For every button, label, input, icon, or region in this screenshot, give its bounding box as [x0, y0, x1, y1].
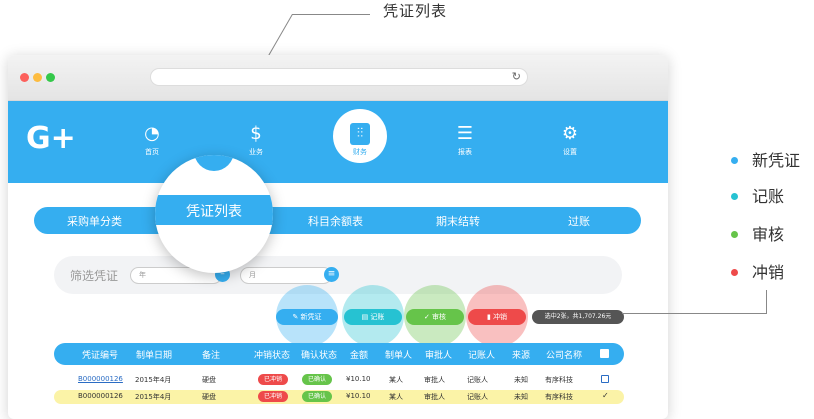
callout-line — [292, 14, 370, 15]
reload-icon[interactable]: ↻ — [512, 70, 521, 83]
close-window-button[interactable] — [20, 73, 29, 82]
select-all-checkbox[interactable] — [600, 349, 609, 358]
table-header: 凭证编号 制单日期 备注 冲销状态 确认状态 金额 制单人 审批人 记账人 来源… — [54, 343, 624, 365]
table-row[interactable]: B000000126 2015年4月 硬盘 已冲销 已确认 ¥10.10 某人 … — [54, 373, 624, 387]
tab-posting[interactable]: 过账 — [568, 213, 590, 229]
sub-tab-bar: 采购单分类 凭证列表 科目余额表 期末结转 过账 — [34, 207, 641, 234]
gear-icon: ⚙ — [561, 123, 579, 144]
nav-label: 业务 — [249, 148, 263, 156]
maximize-window-button[interactable] — [46, 73, 55, 82]
button-label: 审核 — [432, 313, 447, 321]
cell-amount: ¥10.10 — [346, 375, 371, 383]
header-company[interactable]: 公司名称 — [546, 348, 582, 361]
report-icon: ☰ — [456, 123, 474, 144]
header-date[interactable]: 制单日期 — [136, 348, 172, 361]
audit-button[interactable]: ✓ 审核 — [406, 309, 464, 325]
sliders-icon: ⫶⫶ — [350, 123, 370, 145]
nav-label: 首页 — [145, 148, 159, 156]
money-icon: $ — [250, 123, 262, 144]
header-confirm-status[interactable]: 确认状态 — [301, 348, 337, 361]
new-voucher-button[interactable]: ✎ 新凭证 — [276, 309, 338, 325]
tab-period-close[interactable]: 期末结转 — [436, 213, 480, 229]
cell-source: 未知 — [514, 393, 528, 401]
legend-new-voucher: 新凭证 — [752, 151, 801, 170]
header-source[interactable]: 来源 — [512, 348, 530, 361]
cell-bookkeeper: 记账人 — [467, 393, 488, 401]
checked-icon[interactable]: ✓ — [602, 391, 609, 400]
voucher-filter: 筛选凭证 年 – 月 ≡ — [54, 256, 622, 294]
menu-icon[interactable]: ≡ — [324, 267, 339, 282]
minimize-window-button[interactable] — [33, 73, 42, 82]
cell-company: 有序科技 — [545, 376, 573, 384]
top-nav: G+ ◔ 首页 $ 业务 ⫶⫶ 财务 ☰ 报表 ⚙ 设置 — [8, 101, 668, 183]
header-voucher-no[interactable]: 凭证编号 — [82, 348, 118, 361]
nav-item-business[interactable]: $ 业务 — [226, 123, 286, 157]
app-window: ↻ G+ ◔ 首页 $ 业务 ⫶⫶ 财务 ☰ 报表 ⚙ 设置 采购单分类 凭证列… — [8, 55, 668, 419]
legend-audit: 审核 — [752, 225, 785, 244]
cell-date: 2015年4月 — [135, 393, 172, 401]
header-bookkeeper[interactable]: 记账人 — [468, 348, 495, 361]
button-label: 记账 — [370, 313, 385, 321]
nav-item-finance[interactable]: ⫶⫶ 财务 — [330, 123, 390, 157]
app-logo: G+ — [26, 121, 76, 156]
reverse-button[interactable]: ▮ 冲销 — [468, 309, 526, 325]
button-label: 冲销 — [493, 313, 508, 321]
cell-note: 硬盘 — [202, 393, 216, 401]
selection-info: 选中2张，共1,707.26元 — [532, 310, 624, 324]
header-amount[interactable]: 金额 — [350, 348, 368, 361]
table-row[interactable]: B000000126 2015年4月 硬盘 已冲销 已确认 ¥10.10 某人 … — [54, 390, 624, 404]
address-bar[interactable]: ↻ — [150, 68, 528, 86]
filter-label: 筛选凭证 — [70, 269, 119, 283]
reverse-status-badge: 已冲销 — [258, 391, 288, 402]
button-label: 新凭证 — [300, 313, 322, 321]
cell-approver: 审批人 — [424, 393, 445, 401]
nav-item-home[interactable]: ◔ 首页 — [122, 123, 182, 157]
header-note[interactable]: 备注 — [202, 348, 220, 361]
legend-dot-bookkeep — [731, 193, 738, 200]
tab-purchase-categories[interactable]: 采购单分类 — [67, 213, 122, 229]
cell-company: 有序科技 — [545, 393, 573, 401]
month-input[interactable]: 月 — [240, 267, 332, 284]
header-approver[interactable]: 审批人 — [425, 348, 452, 361]
reverse-status-badge: 已冲销 — [258, 374, 288, 385]
tab-magnifier: 凭证列表 — [155, 155, 273, 273]
title-bar: ↻ — [8, 55, 668, 101]
confirm-status-badge: 已确认 — [302, 374, 332, 385]
nav-label: 财务 — [353, 148, 367, 156]
cell-maker: 某人 — [389, 393, 403, 401]
legend-connector-line — [622, 313, 767, 314]
cell-bookkeeper: 记账人 — [467, 376, 488, 384]
legend-connector-line — [766, 290, 767, 313]
callout-title: 凭证列表 — [383, 2, 448, 20]
voucher-id-link[interactable]: B000000126 — [78, 375, 123, 383]
magnifier-label: 凭证列表 — [186, 204, 242, 220]
cell-note: 硬盘 — [202, 376, 216, 384]
legend-dot-reverse — [731, 269, 738, 276]
row-checkbox[interactable] — [601, 375, 609, 383]
confirm-status-badge: 已确认 — [302, 391, 332, 402]
bookkeep-button[interactable]: ▤ 记账 — [344, 309, 402, 325]
legend-bookkeep: 记账 — [752, 187, 785, 206]
tab-account-balance[interactable]: 科目余额表 — [308, 213, 363, 229]
header-reverse-status[interactable]: 冲销状态 — [254, 348, 290, 361]
nav-item-settings[interactable]: ⚙ 设置 — [540, 123, 600, 157]
voucher-id[interactable]: B000000126 — [78, 392, 123, 400]
cell-amount: ¥10.10 — [346, 392, 371, 400]
gauge-icon: ◔ — [144, 123, 160, 144]
cell-approver: 审批人 — [424, 376, 445, 384]
nav-label: 报表 — [458, 148, 472, 156]
nav-item-reports[interactable]: ☰ 报表 — [435, 123, 495, 157]
header-maker[interactable]: 制单人 — [385, 348, 412, 361]
cell-source: 未知 — [514, 376, 528, 384]
nav-label: 设置 — [563, 148, 577, 156]
magnifier-nav-fragment — [194, 155, 234, 171]
cell-maker: 某人 — [389, 376, 403, 384]
cell-date: 2015年4月 — [135, 376, 172, 384]
legend-dot-audit — [731, 231, 738, 238]
legend-dot-new-voucher — [731, 157, 738, 164]
legend-reverse: 冲销 — [752, 263, 785, 282]
